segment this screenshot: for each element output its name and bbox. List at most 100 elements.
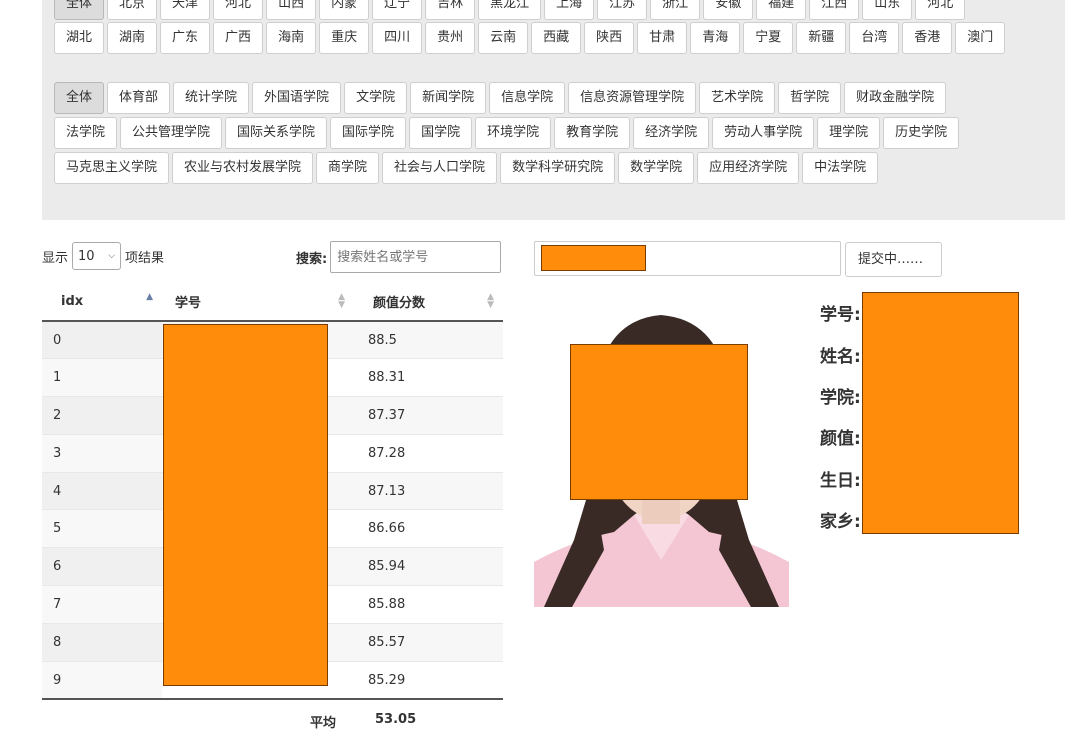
college-filter-button[interactable]: 历史学院 <box>883 117 960 149</box>
province-filter-button[interactable]: 全体 <box>54 0 105 20</box>
province-filter-button[interactable]: 辽宁 <box>372 0 423 20</box>
college-filter-button[interactable]: 法学院 <box>54 117 118 149</box>
college-filter-button[interactable]: 国学院 <box>409 117 473 149</box>
college-filter-button[interactable]: 社会与人口学院 <box>382 152 498 184</box>
province-filter-button[interactable]: 内蒙 <box>319 0 370 20</box>
college-filter-row-2: 法学院 公共管理学院 国际关系学院 国际学院 国学院 环境学院 教育学院 经济学院 劳动人事学院… <box>54 117 962 149</box>
show-prefix-label: 显示 <box>42 250 69 266</box>
search-label: 搜索: <box>296 251 328 267</box>
search-input[interactable] <box>330 241 502 273</box>
province-filter-button[interactable]: 贵州 <box>425 22 476 54</box>
province-filter-button[interactable]: 新疆 <box>796 22 847 54</box>
college-filter-button[interactable]: 新闻学院 <box>410 82 487 114</box>
college-filter-button[interactable]: 国际学院 <box>330 117 407 149</box>
province-filter-button[interactable]: 吉林 <box>425 0 476 20</box>
college-filter-button[interactable]: 马克思主义学院 <box>54 152 170 184</box>
province-filter-button[interactable]: 云南 <box>478 22 529 54</box>
province-filter-button[interactable]: 四川 <box>372 22 423 54</box>
column-header-student-id-label: 学号 <box>175 296 202 311</box>
column-header-score-label: 颜值分数 <box>373 296 426 311</box>
cell-score: 88.5 <box>354 320 503 359</box>
province-filter-row-1: 全体 北京 天津 河北 山西 内蒙 辽宁 吉林 黑龙江 上海 江苏 浙江 安徽 福建 江西 山东 河北 <box>54 0 968 20</box>
college-filter-button[interactable]: 体育部 <box>107 82 171 114</box>
province-filter-button[interactable]: 山东 <box>862 0 913 20</box>
province-filter-button[interactable]: 福建 <box>756 0 807 20</box>
college-filter-button[interactable]: 统计学院 <box>173 82 250 114</box>
average-label: 平均 <box>310 716 337 731</box>
province-filter-button[interactable]: 西藏 <box>531 22 582 54</box>
column-header-score[interactable]: 颜值分数 ▲ ▼ <box>354 283 503 322</box>
cell-score: 85.94 <box>354 547 503 586</box>
college-filter-button[interactable]: 外国语学院 <box>252 82 342 114</box>
college-filter-button[interactable]: 国际关系学院 <box>225 117 328 149</box>
college-filter-button[interactable]: 全体 <box>54 82 105 114</box>
province-filter-button[interactable]: 河北 <box>213 0 264 20</box>
province-filter-button[interactable]: 湖北 <box>54 22 105 54</box>
info-label: 生日: <box>820 471 861 491</box>
province-filter-button[interactable]: 澳门 <box>955 22 1006 54</box>
college-filter-button[interactable]: 商学院 <box>316 152 380 184</box>
province-filter-button[interactable]: 天津 <box>160 0 211 20</box>
college-filter-button[interactable]: 劳动人事学院 <box>712 117 815 149</box>
province-filter-button[interactable]: 黑龙江 <box>478 0 542 20</box>
province-filter-button[interactable]: 山西 <box>266 0 317 20</box>
province-filter-button[interactable]: 河北 <box>915 0 966 20</box>
submit-button[interactable]: 提交中…… <box>845 242 942 277</box>
cell-idx: 8 <box>42 622 162 662</box>
province-filter-button[interactable]: 甘肃 <box>637 22 688 54</box>
province-filter-button[interactable]: 重庆 <box>319 22 370 54</box>
province-filter-button[interactable]: 湖南 <box>107 22 158 54</box>
province-filter-button[interactable]: 江西 <box>809 0 860 20</box>
cell-score: 87.37 <box>354 396 503 435</box>
cell-score: 86.66 <box>354 509 503 548</box>
province-filter-button[interactable]: 江苏 <box>597 0 648 20</box>
college-filter-button[interactable]: 财政金融学院 <box>844 82 947 114</box>
info-label: 学号: <box>820 305 861 325</box>
page-length-value: 10 <box>78 248 95 264</box>
province-filter-button[interactable]: 青海 <box>690 22 741 54</box>
cell-score: 87.28 <box>354 433 503 473</box>
college-filter-button[interactable]: 公共管理学院 <box>120 117 223 149</box>
college-filter-button[interactable]: 农业与农村发展学院 <box>172 152 314 184</box>
college-filter-button[interactable]: 教育学院 <box>554 117 631 149</box>
college-filter-button[interactable]: 文学院 <box>344 82 408 114</box>
college-filter-button[interactable]: 信息学院 <box>489 82 566 114</box>
province-filter-button[interactable]: 浙江 <box>650 0 701 20</box>
college-filter-button[interactable]: 信息资源管理学院 <box>568 82 697 114</box>
filter-panel: 全体 北京 天津 河北 山西 内蒙 辽宁 吉林 黑龙江 上海 江苏 浙江 安徽 福建 江西 山东 河北 湖北 湖南… <box>42 0 1065 220</box>
cell-score: 85.29 <box>354 660 503 699</box>
college-filter-button[interactable]: 数学学院 <box>618 152 695 184</box>
province-filter-button[interactable]: 海南 <box>266 22 317 54</box>
province-filter-button[interactable]: 台湾 <box>849 22 900 54</box>
column-header-idx[interactable]: idx ▲ <box>42 283 162 322</box>
sort-ascending-icon: ▲ <box>146 292 153 302</box>
province-filter-button[interactable]: 北京 <box>107 0 158 20</box>
province-filter-button[interactable]: 陕西 <box>584 22 635 54</box>
info-label: 姓名: <box>820 347 861 367</box>
province-filter-button[interactable]: 宁夏 <box>743 22 794 54</box>
province-filter-button[interactable]: 上海 <box>544 0 595 20</box>
cell-idx: 7 <box>42 585 162 624</box>
college-filter-button[interactable]: 环境学院 <box>475 117 552 149</box>
college-filter-button[interactable]: 哲学院 <box>778 82 842 114</box>
average-value: 53.05 <box>375 712 417 727</box>
province-filter-button[interactable]: 广东 <box>160 22 211 54</box>
college-filter-button[interactable]: 应用经济学院 <box>697 152 800 184</box>
province-filter-button[interactable]: 香港 <box>902 22 953 54</box>
info-label: 颜值: <box>820 429 861 449</box>
college-filter-button[interactable]: 艺术学院 <box>699 82 776 114</box>
column-header-student-id[interactable]: 学号 ▲ ▼ <box>162 283 354 322</box>
column-header-idx-label: idx <box>61 294 84 309</box>
college-filter-button[interactable]: 中法学院 <box>802 152 879 184</box>
college-filter-button[interactable]: 理学院 <box>817 117 881 149</box>
cell-score: 85.88 <box>354 585 503 624</box>
cell-idx: 6 <box>42 547 162 586</box>
province-filter-button[interactable]: 安徽 <box>703 0 754 20</box>
cell-score: 87.13 <box>354 471 503 510</box>
cell-score: 85.57 <box>354 622 503 662</box>
chevron-down-icon: ⌵ <box>108 251 116 261</box>
page-length-select[interactable]: 10 ⌵ <box>72 242 122 270</box>
college-filter-button[interactable]: 经济学院 <box>633 117 710 149</box>
province-filter-button[interactable]: 广西 <box>213 22 264 54</box>
college-filter-button[interactable]: 数学科学研究院 <box>500 152 616 184</box>
